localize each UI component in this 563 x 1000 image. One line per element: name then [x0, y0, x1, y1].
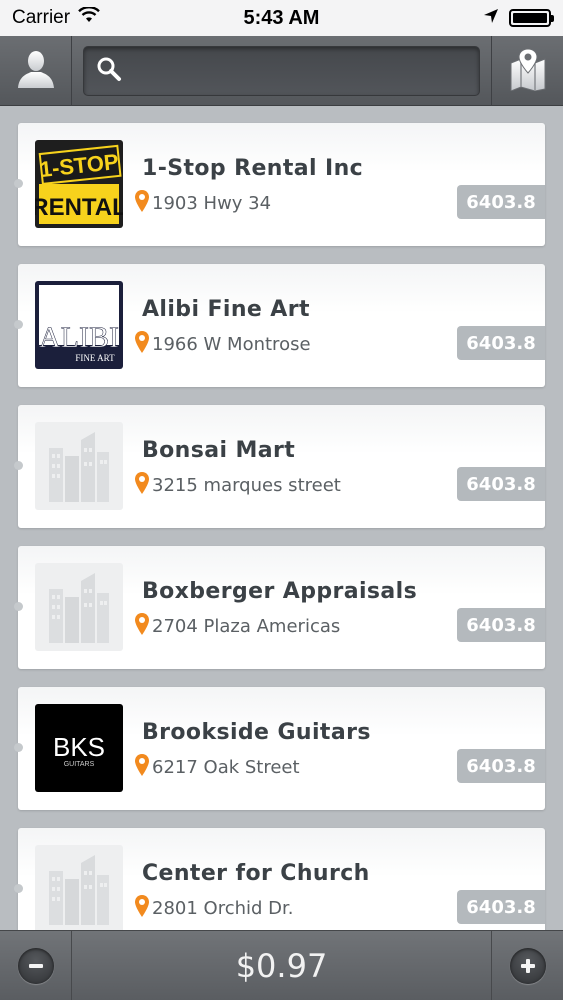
- logo-line-1: ALIBI: [39, 321, 119, 354]
- status-right: [483, 8, 554, 29]
- listing-card[interactable]: Center for Church 2801 Orchid Dr. 6403.8: [14, 828, 545, 930]
- logo-line-2: FINE ART: [75, 353, 115, 363]
- building-placeholder-icon: [35, 563, 123, 651]
- location-pin-icon: [134, 612, 150, 641]
- listing-name: Brookside Guitars: [142, 720, 371, 745]
- listing-list: 1-STOP RENTAL 1-Stop Rental Inc 1903 Hwy…: [0, 107, 563, 930]
- listing-address: 2704 Plaza Americas: [134, 612, 340, 641]
- search-field[interactable]: [83, 46, 480, 96]
- plus-icon: [509, 948, 546, 984]
- distance-badge: 6403.8: [457, 326, 545, 360]
- location-pin-icon: [134, 471, 150, 500]
- 1-stop-rental-logo: 1-STOP RENTAL: [35, 140, 123, 228]
- status-left: Carrier: [12, 6, 100, 29]
- listing-card[interactable]: 1-STOP RENTAL 1-Stop Rental Inc 1903 Hwy…: [14, 123, 545, 246]
- listing-name: 1-Stop Rental Inc: [142, 156, 364, 181]
- listing-card[interactable]: ALIBI FINE ART Alibi Fine Art 1966 W Mon…: [14, 264, 545, 387]
- logo-line-1: BKS: [53, 732, 105, 762]
- carrier-label: Carrier: [12, 7, 71, 28]
- distance-badge: 6403.8: [457, 890, 545, 924]
- listing-address: 3215 marques street: [134, 471, 341, 500]
- search-input[interactable]: [122, 47, 479, 95]
- listing-card[interactable]: BKS GUITARS Brookside Guitars 6217 Oak S…: [14, 687, 545, 810]
- listing-name: Boxberger Appraisals: [142, 579, 418, 604]
- decrease-button[interactable]: [0, 931, 72, 1000]
- logo-line-2: GUITARS: [64, 761, 95, 768]
- bks-logo: BKS GUITARS: [35, 704, 123, 792]
- price-label: $0.97: [235, 947, 328, 985]
- listing-address-text: 3215 marques street: [152, 475, 341, 496]
- bottom-bar: $0.97: [0, 930, 563, 1000]
- location-pin-icon: [134, 894, 150, 923]
- increase-button[interactable]: [491, 931, 563, 1000]
- listing-address-text: 1966 W Montrose: [152, 334, 311, 355]
- alibi-logo: ALIBI FINE ART: [35, 281, 123, 369]
- location-pin-icon: [134, 330, 150, 359]
- user-icon: [15, 48, 57, 94]
- distance-badge: 6403.8: [457, 608, 545, 642]
- distance-badge: 6403.8: [457, 467, 545, 501]
- listing-address: 6217 Oak Street: [134, 753, 300, 782]
- location-pin-icon: [134, 753, 150, 782]
- listing-address-text: 2801 Orchid Dr.: [152, 898, 294, 919]
- wifi-icon: [78, 6, 100, 29]
- building-placeholder-icon: [35, 422, 123, 510]
- logo-line-2: RENTAL: [35, 194, 123, 221]
- listing-address: 1903 Hwy 34: [134, 189, 271, 218]
- location-arrow-icon: [483, 8, 499, 29]
- listing-address: 1966 W Montrose: [134, 330, 311, 359]
- minus-icon: [17, 948, 54, 984]
- listing-card[interactable]: Bonsai Mart 3215 marques street 6403.8: [14, 405, 545, 528]
- nav-bar: [0, 36, 563, 106]
- location-pin-icon: [134, 189, 150, 218]
- listing-card[interactable]: Boxberger Appraisals 2704 Plaza Americas…: [14, 546, 545, 669]
- listing-name: Bonsai Mart: [142, 438, 296, 463]
- map-button[interactable]: [491, 36, 563, 106]
- profile-button[interactable]: [0, 36, 72, 106]
- distance-badge: 6403.8: [457, 749, 545, 783]
- listing-address-text: 1903 Hwy 34: [152, 193, 272, 214]
- battery-icon: [509, 9, 554, 27]
- search-icon: [96, 56, 122, 86]
- listing-address-text: 2704 Plaza Americas: [152, 616, 341, 637]
- building-placeholder-icon: [35, 845, 123, 930]
- listing-address: 2801 Orchid Dr.: [134, 894, 294, 923]
- map-icon: [509, 47, 547, 95]
- listing-address-text: 6217 Oak Street: [152, 757, 300, 778]
- distance-badge: 6403.8: [457, 185, 545, 219]
- listing-name: Center for Church: [142, 861, 370, 886]
- status-bar: Carrier 5:43 AM: [0, 0, 563, 36]
- listing-name: Alibi Fine Art: [142, 297, 310, 322]
